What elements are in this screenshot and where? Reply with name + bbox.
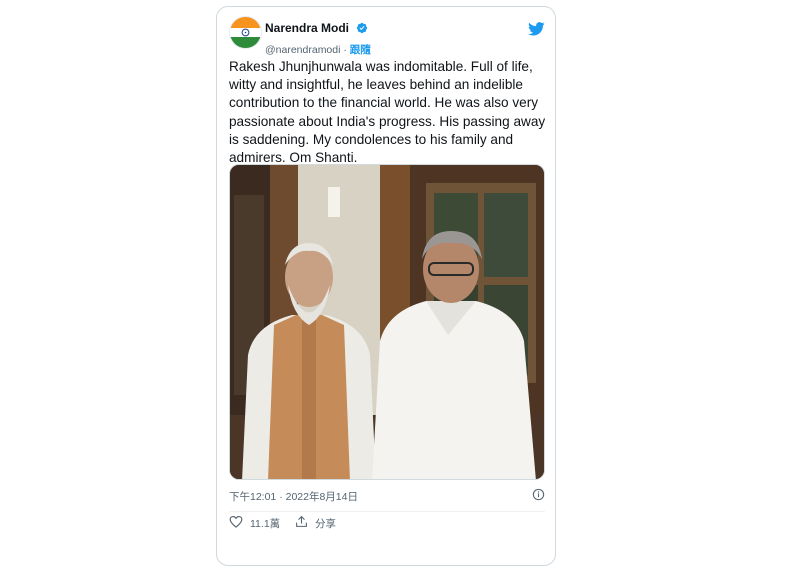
share-button[interactable]: 分享 xyxy=(295,515,336,531)
author-handle[interactable]: @narendramodi xyxy=(265,44,340,56)
tweet-header: Narendra Modi @narendramodi · 跟隨 xyxy=(229,16,545,56)
handle-separator: · xyxy=(343,44,347,56)
divider xyxy=(229,511,545,512)
like-count: 11.1萬 xyxy=(250,517,281,530)
like-button[interactable]: 11.1萬 xyxy=(229,515,280,531)
tweet-timestamp[interactable]: 下午12:01 · 2022年8月14日 xyxy=(229,491,358,503)
tweet-actions: 11.1萬 分享 xyxy=(229,515,545,535)
author-name[interactable]: Narendra Modi xyxy=(265,21,349,35)
follow-button[interactable]: 跟隨 xyxy=(350,44,371,56)
tweet-card: Narendra Modi @narendramodi · 跟隨 Rakesh … xyxy=(216,6,556,566)
tweet-meta: 下午12:01 · 2022年8月14日 xyxy=(229,488,545,505)
avatar[interactable] xyxy=(229,16,262,49)
share-icon xyxy=(295,515,308,531)
heart-icon xyxy=(229,515,243,531)
verified-badge-icon xyxy=(356,21,368,39)
tweet-photo[interactable] xyxy=(229,164,545,480)
info-icon[interactable] xyxy=(532,488,545,504)
share-label: 分享 xyxy=(315,517,336,530)
author-info: Narendra Modi @narendramodi · 跟隨 xyxy=(265,19,371,57)
tweet-text: Rakesh Jhunjhunwala was indomitable. Ful… xyxy=(229,59,546,166)
twitter-bird-icon[interactable] xyxy=(528,22,545,41)
